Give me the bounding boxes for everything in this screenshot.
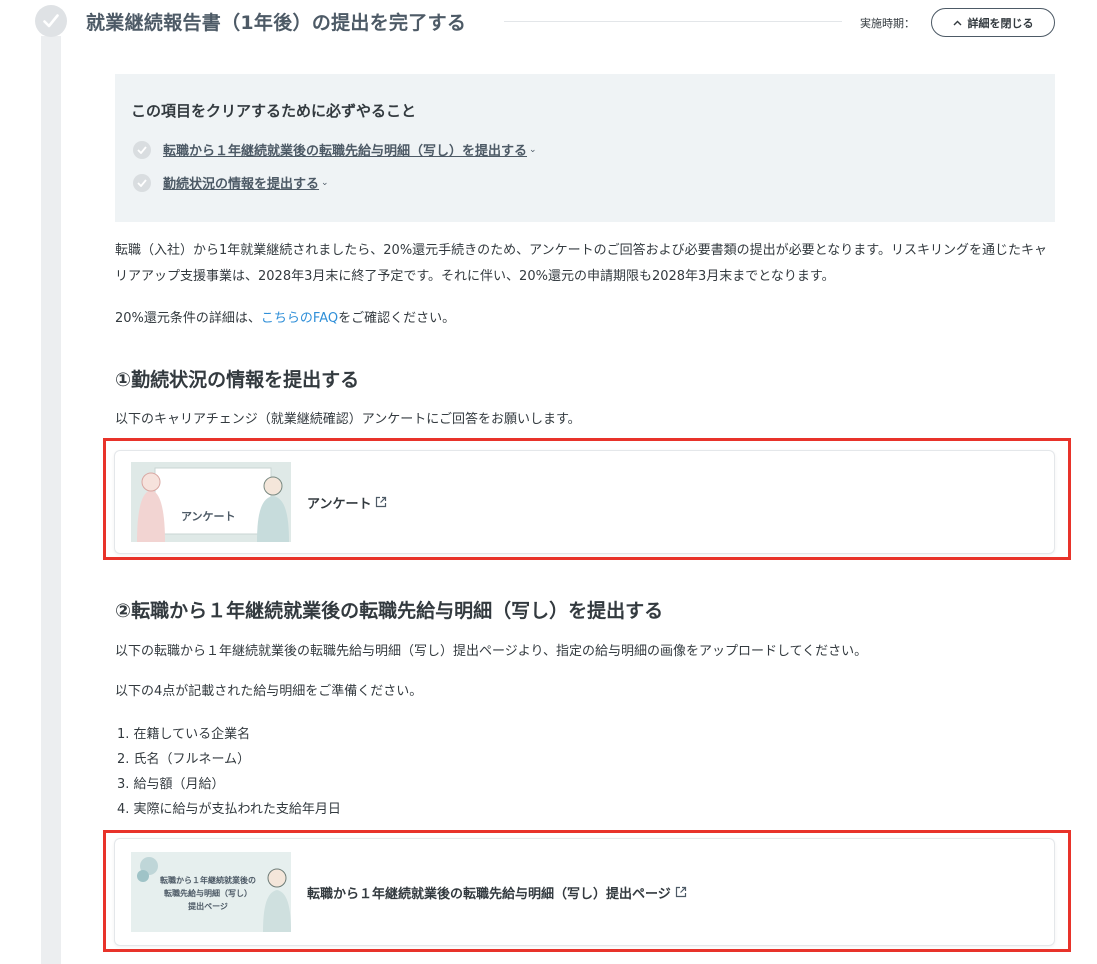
section1-heading: ①勤続状況の情報を提出する [115, 369, 360, 391]
faq-text: 20%還元条件の詳細は、こちらのFAQをご確認ください。 [115, 306, 1055, 332]
list-item: 4. 実際に給与が支払われた支給年月日 [117, 802, 341, 817]
list-item: 2. 氏名（フルネーム） [117, 752, 251, 767]
payslip-thumbnail: 転職から１年継続就業後の 転職先給与明細（写し） 提出ページ [131, 852, 291, 932]
faq-link[interactable]: こちらのFAQ [261, 311, 338, 326]
survey-link[interactable]: アンケート [307, 493, 387, 512]
thumbnail-caption: アンケート [181, 510, 236, 523]
faq-prefix: 20%還元条件の詳細は、 [115, 311, 261, 326]
section1-text: 以下のキャリアチェンジ（就業継続確認）アンケートにご回答をお願いします。 [115, 412, 581, 427]
check-icon [133, 173, 151, 192]
payslip-link[interactable]: 転職から１年継続就業後の転職先給与明細（写し）提出ページ [307, 883, 687, 902]
check-icon [133, 140, 151, 159]
progress-rail [41, 36, 61, 964]
survey-card[interactable]: アンケート アンケート [114, 450, 1055, 554]
chevron-up-icon [953, 20, 961, 25]
payslip-requirements-list: 1. 在籍している企業名 2. 氏名（フルネーム） 3. 給与額（月給） 4. … [117, 722, 341, 822]
external-link-icon [376, 496, 387, 508]
step-status-icon [35, 5, 67, 37]
thumbnail-caption-line: 提出ページ [188, 902, 228, 911]
close-details-label: 詳細を閉じる [967, 16, 1034, 30]
payslip-card[interactable]: 転職から１年継続就業後の 転職先給与明細（写し） 提出ページ 転職から１年継続就… [114, 838, 1055, 946]
intro-text: 転職（入社）から1年就業継続されましたら、20%還元手続きのため、アンケートのご… [115, 243, 1047, 284]
thumbnail-caption-line: 転職先給与明細（写し） [164, 889, 252, 898]
requirement-item-payslip[interactable]: 転職から１年継続就業後の転職先給与明細（写し）を提出する ⌄ [133, 140, 537, 159]
requirement-item-label[interactable]: 転職から１年継続就業後の転職先給与明細（写し）を提出する [163, 140, 527, 159]
payslip-link-label[interactable]: 転職から１年継続就業後の転職先給与明細（写し）提出ページ [307, 883, 671, 902]
chevron-down-icon[interactable]: ⌄ [321, 178, 329, 188]
survey-thumbnail: アンケート [131, 462, 291, 542]
section2-text2: 以下の4点が記載された給与明細をご準備ください。 [115, 684, 423, 699]
timing-label: 実施時期： [860, 17, 915, 30]
chevron-down-icon[interactable]: ⌄ [529, 145, 537, 155]
section2-heading: ②転職から１年継続就業後の転職先給与明細（写し）を提出する [115, 600, 664, 622]
list-item: 1. 在籍している企業名 [117, 727, 251, 742]
thumbnail-caption-line: 転職から１年継続就業後の [160, 876, 256, 885]
faq-suffix: をご確認ください。 [338, 311, 456, 326]
survey-link-label[interactable]: アンケート [307, 493, 371, 512]
page-title: 就業継続報告書（1年後）の提出を完了する [86, 12, 467, 34]
section2-text1: 以下の転職から１年継続就業後の転職先給与明細（写し）提出ページより、指定の給与明… [115, 644, 868, 659]
title-divider [504, 21, 842, 22]
close-details-button[interactable]: 詳細を閉じる [931, 8, 1055, 37]
requirement-item-employment[interactable]: 勤続状況の情報を提出する ⌄ [133, 173, 329, 192]
requirements-box: この項目をクリアするために必ずやること 転職から１年継続就業後の転職先給与明細（… [115, 74, 1055, 222]
external-link-icon [675, 886, 686, 898]
thumbnail-caption: 転職から１年継続就業後の 転職先給与明細（写し） 提出ページ [153, 874, 263, 913]
list-item: 3. 給与額（月給） [117, 777, 225, 792]
requirements-title: この項目をクリアするために必ずやること [131, 102, 417, 120]
requirement-item-label[interactable]: 勤続状況の情報を提出する [163, 173, 319, 192]
